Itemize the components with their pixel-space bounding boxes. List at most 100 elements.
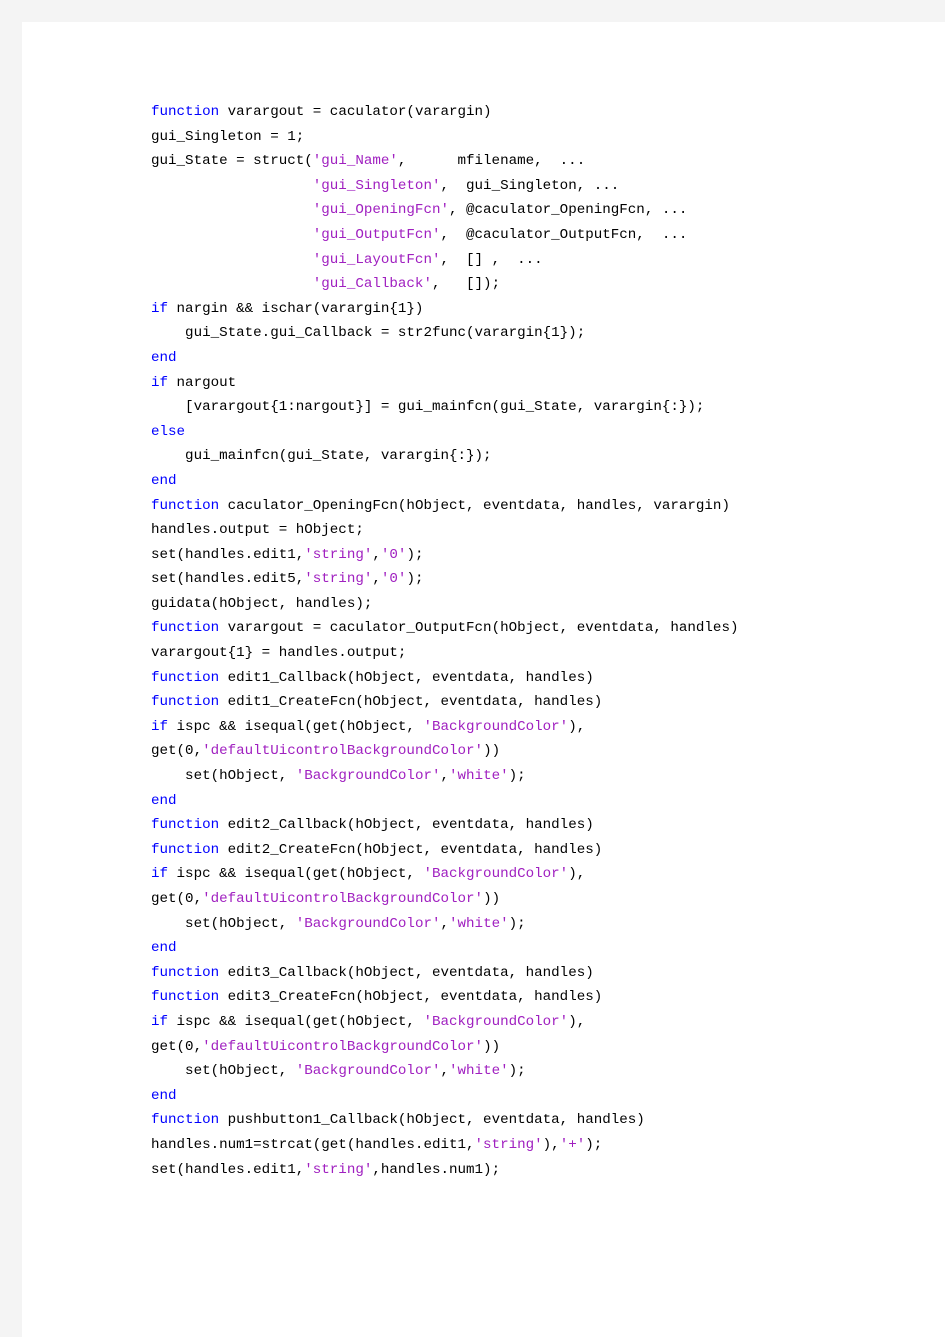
code-token-id: varargout = caculator_OutputFcn(hObject,… [219, 620, 739, 637]
code-token-kw: function [151, 841, 220, 858]
code-token-id: ispc && isequal(get(hObject, [168, 1013, 424, 1030]
code-token-kw: if [151, 1013, 169, 1030]
code-line: get(0,'defaultUicontrolBackgroundColor')… [151, 887, 911, 912]
code-token-str: 'gui_OpeningFcn' [312, 202, 449, 219]
code-line: function varargout = caculator_OutputFcn… [151, 616, 911, 641]
code-token-kw: if [151, 718, 169, 735]
code-token-id: , gui_Singleton, ... [440, 177, 620, 194]
code-token-id [151, 227, 313, 243]
code-token-str: 'white' [449, 1063, 509, 1080]
code-token-id: ), [568, 718, 586, 735]
code-token-kw: function [151, 104, 220, 120]
code-token-id: , [] , ... [440, 251, 543, 268]
code-token-id: guidata(hObject, handles); [151, 595, 373, 612]
code-token-str: '0' [380, 546, 407, 563]
code-token-str: 'string' [304, 1161, 373, 1178]
code-token-str: 'gui_Name' [312, 153, 398, 170]
code-line: end [151, 936, 911, 961]
code-token-id: , @caculator_OutputFcn, ... [440, 226, 688, 243]
code-token-str: 'string' [304, 571, 373, 588]
code-token-id: edit1_CreateFcn(hObject, eventdata, hand… [219, 694, 603, 711]
code-token-kw: if [151, 866, 169, 883]
code-line: set(hObject, 'BackgroundColor','white'); [151, 764, 911, 789]
code-token-id [151, 178, 313, 194]
code-line: gui_mainfcn(gui_State, varargin{:}); [151, 444, 911, 469]
code-token-str: 'BackgroundColor' [295, 768, 441, 785]
code-token-id: handles.output = hObject; [151, 522, 364, 539]
code-token-id: set(handles.edit1, [151, 546, 305, 563]
code-line: 'gui_Callback', []); [151, 272, 911, 297]
code-token-kw: function [151, 989, 220, 1006]
code-line: if ispc && isequal(get(hObject, 'Backgro… [151, 862, 911, 887]
code-line: varargout{1} = handles.output; [151, 641, 911, 666]
code-token-id [151, 252, 313, 268]
code-token-id: ); [508, 768, 526, 785]
code-token-id: get(0, [151, 891, 203, 907]
code-line: 'gui_OpeningFcn', @caculator_OpeningFcn,… [151, 198, 911, 223]
code-token-str: 'BackgroundColor' [423, 718, 569, 735]
code-token-id: )) [483, 891, 501, 907]
code-token-id: ); [406, 571, 424, 588]
code-line: gui_State.gui_Callback = str2func(vararg… [151, 321, 911, 346]
code-token-kw: function [151, 620, 220, 637]
code-line: if ispc && isequal(get(hObject, 'Backgro… [151, 715, 911, 740]
code-token-id: set(hObject, [151, 915, 296, 932]
code-line: gui_State = struct('gui_Name', mfilename… [151, 149, 911, 174]
code-token-id: set(handles.edit1, [151, 1161, 305, 1178]
code-token-str: 'defaultUicontrolBackgroundColor' [202, 891, 484, 907]
code-token-id: gui_State = struct( [151, 153, 313, 170]
code-token-id: handles.num1=strcat(get(handles.edit1, [151, 1136, 475, 1153]
code-line: [varargout{1:nargout}] = gui_mainfcn(gui… [151, 395, 911, 420]
code-token-str: 'gui_Callback' [312, 276, 432, 293]
code-token-id: ), [542, 1136, 560, 1153]
code-token-kw: function [151, 1112, 220, 1129]
code-line: gui_Singleton = 1; [151, 125, 911, 150]
code-token-id: gui_State.gui_Callback = str2func(vararg… [151, 325, 586, 342]
code-token-id: ispc && isequal(get(hObject, [168, 866, 424, 883]
code-line: function edit3_Callback(hObject, eventda… [151, 961, 911, 986]
code-line: guidata(hObject, handles); [151, 592, 911, 617]
code-line: function varargout = caculator(varargin) [151, 100, 911, 125]
code-line: set(hObject, 'BackgroundColor','white'); [151, 912, 911, 937]
code-line: set(hObject, 'BackgroundColor','white'); [151, 1059, 911, 1084]
code-token-str: 'defaultUicontrolBackgroundColor' [202, 743, 484, 760]
code-token-id: , [440, 1063, 450, 1080]
code-token-id: gui_mainfcn(gui_State, varargin{:}); [151, 448, 492, 465]
code-token-str: 'defaultUicontrolBackgroundColor' [202, 1038, 484, 1055]
code-token-id [151, 202, 313, 218]
code-token-kw: end [151, 472, 177, 489]
code-listing: function varargout = caculator(varargin)… [151, 100, 911, 1182]
code-token-kw: function [151, 694, 220, 711]
code-token-id: ispc && isequal(get(hObject, [168, 718, 424, 735]
code-line: set(handles.edit5,'string','0'); [151, 567, 911, 592]
code-token-str: 'BackgroundColor' [423, 866, 569, 883]
code-token-kw: end [151, 349, 177, 366]
code-line: function edit2_CreateFcn(hObject, eventd… [151, 838, 911, 863]
code-token-id: , mfilename, ... [397, 153, 586, 170]
code-token-id: ); [508, 915, 526, 932]
code-token-id: , [372, 571, 381, 588]
code-token-id: , []); [431, 276, 501, 293]
code-token-kw: else [151, 423, 186, 440]
code-line: get(0,'defaultUicontrolBackgroundColor')… [151, 1035, 911, 1060]
code-line: get(0,'defaultUicontrolBackgroundColor')… [151, 739, 911, 764]
code-token-id: , [372, 546, 381, 563]
code-token-str: 'string' [474, 1136, 543, 1153]
code-token-str: 'white' [449, 768, 509, 785]
code-token-id: set(handles.edit5, [151, 571, 305, 588]
code-token-id: )) [483, 1038, 501, 1055]
code-line: function edit3_CreateFcn(hObject, eventd… [151, 985, 911, 1010]
code-line: if nargout [151, 371, 911, 396]
code-line: 'gui_LayoutFcn', [] , ... [151, 248, 911, 273]
code-token-str: '0' [380, 571, 407, 588]
code-token-id: edit1_Callback(hObject, eventdata, handl… [219, 669, 594, 686]
code-token-str: 'gui_OutputFcn' [312, 226, 441, 243]
code-token-id: nargin && ischar(varargin{1}) [168, 300, 424, 317]
code-token-id: edit3_Callback(hObject, eventdata, handl… [219, 964, 594, 981]
code-token-id: ,handles.num1); [372, 1161, 501, 1178]
code-line: function edit1_Callback(hObject, eventda… [151, 666, 911, 691]
code-token-id: edit2_Callback(hObject, eventdata, handl… [219, 817, 594, 834]
code-token-id: varargout = caculator(varargin) [219, 104, 492, 120]
code-token-id: edit2_CreateFcn(hObject, eventdata, hand… [219, 841, 603, 858]
code-token-str: 'BackgroundColor' [295, 915, 441, 932]
